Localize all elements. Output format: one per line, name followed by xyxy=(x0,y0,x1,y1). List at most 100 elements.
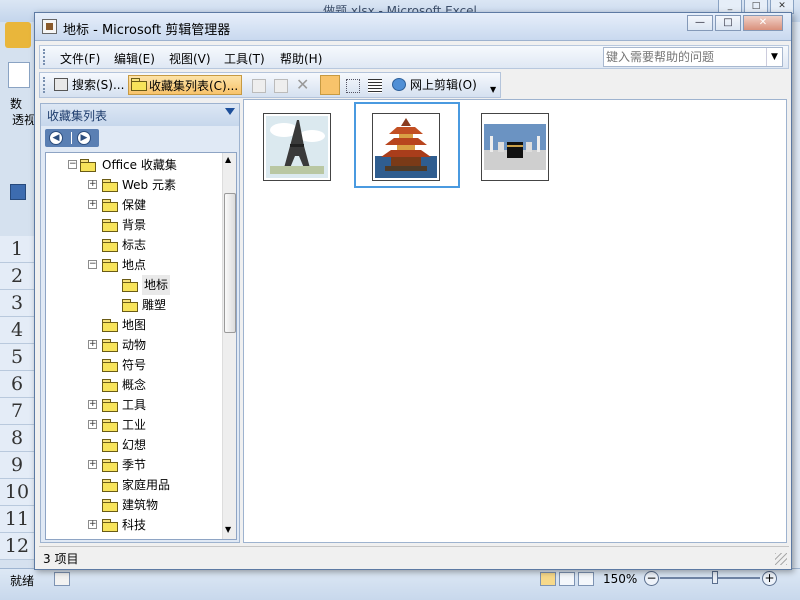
folder-icon xyxy=(102,418,118,432)
back-icon[interactable]: ◀ xyxy=(49,131,63,145)
tree-node[interactable]: − Office 收藏集 xyxy=(46,155,220,175)
help-search-input[interactable] xyxy=(606,49,764,65)
toolbar-grip[interactable] xyxy=(43,77,46,93)
clip-kaaba[interactable] xyxy=(481,113,549,181)
dialog-window-controls: — □ ✕ xyxy=(687,15,783,31)
help-search-box[interactable]: ▼ xyxy=(603,47,783,67)
clip-pagoda[interactable] xyxy=(372,113,440,181)
scroll-up-icon[interactable]: ▲ xyxy=(225,155,231,164)
row-header[interactable]: 1 xyxy=(0,236,34,263)
row-header[interactable]: 9 xyxy=(0,452,34,479)
expand-icon[interactable]: + xyxy=(88,180,97,189)
row-header[interactable]: 11 xyxy=(0,506,34,533)
pivot-table-icon[interactable] xyxy=(8,62,30,88)
tree-node[interactable]: 背景 xyxy=(46,215,220,235)
row-header[interactable]: 7 xyxy=(0,398,34,425)
menu-grip[interactable] xyxy=(43,49,46,65)
folder-icon xyxy=(102,378,118,392)
collapse-icon[interactable]: − xyxy=(88,260,97,269)
tree-node[interactable]: 家庭用品 xyxy=(46,475,220,495)
expand-icon[interactable]: + xyxy=(88,340,97,349)
zoom-slider-track[interactable] xyxy=(660,577,760,579)
row-header[interactable]: 8 xyxy=(0,425,34,452)
tree-node[interactable]: + 工业 xyxy=(46,415,220,435)
collection-tree: − Office 收藏集 + Web 元素 + 保健 背景 标志 − 地点地标 雕塑 地图 + 动物符号概… xyxy=(45,152,237,540)
tree-node[interactable]: 雕塑 xyxy=(46,295,220,315)
row-header[interactable]: 12 xyxy=(0,533,34,560)
tree-node[interactable]: + 季节 xyxy=(46,455,220,475)
collection-list-button[interactable]: 收藏集列表(C)... xyxy=(128,75,243,95)
tree-node-label: 符号 xyxy=(122,358,147,372)
clip-gallery xyxy=(243,99,787,543)
expand-icon[interactable]: + xyxy=(88,520,97,529)
tree-node[interactable]: + 工具 xyxy=(46,395,220,415)
tree-node[interactable]: + 科技 xyxy=(46,515,220,535)
expand-icon[interactable]: + xyxy=(88,200,97,209)
minimize-button[interactable]: — xyxy=(687,15,713,31)
tree-node[interactable]: 概念 xyxy=(46,375,220,395)
collapse-icon[interactable]: − xyxy=(68,160,77,169)
tree-node[interactable]: 标志 xyxy=(46,235,220,255)
tree-node-label: 科技 xyxy=(122,518,147,532)
expand-icon[interactable]: + xyxy=(88,460,97,469)
thumbnails-view-icon[interactable] xyxy=(320,75,340,95)
pane-menu-icon[interactable] xyxy=(225,108,235,115)
tree-node[interactable]: + 保健 xyxy=(46,195,220,215)
menu-help[interactable]: 帮助(H) xyxy=(280,50,322,67)
tree-node[interactable]: 地图 xyxy=(46,315,220,335)
folder-icon xyxy=(102,398,118,412)
menu-edit[interactable]: 编辑(E) xyxy=(114,50,155,67)
row-header[interactable]: 6 xyxy=(0,371,34,398)
row-header[interactable]: 5 xyxy=(0,344,34,371)
online-clips-button[interactable]: 网上剪辑(O) xyxy=(390,75,480,95)
tree-node[interactable]: 幻想 xyxy=(46,435,220,455)
row-header[interactable]: 3 xyxy=(0,290,34,317)
menu-view[interactable]: 视图(V) xyxy=(169,50,211,67)
expand-icon[interactable]: + xyxy=(88,420,97,429)
tree-scrollbar-thumb[interactable] xyxy=(224,193,236,333)
chevron-down-icon[interactable]: ▼ xyxy=(766,48,782,66)
office-button-icon[interactable] xyxy=(5,22,31,48)
search-icon xyxy=(54,78,68,91)
zoom-out-button[interactable]: − xyxy=(644,571,659,586)
resize-grip-icon[interactable] xyxy=(775,553,787,565)
dialog-status-bar: 3 项目 xyxy=(39,546,789,568)
expand-icon[interactable]: + xyxy=(88,400,97,409)
close-button[interactable]: ✕ xyxy=(743,15,783,31)
scroll-down-icon[interactable]: ▼ xyxy=(225,525,231,534)
search-button[interactable]: 搜索(S)... xyxy=(52,75,127,95)
clip-eiffel-tower[interactable] xyxy=(263,113,331,181)
maximize-button[interactable]: □ xyxy=(715,15,741,31)
zoom-in-button[interactable]: + xyxy=(762,571,777,586)
save-icon[interactable] xyxy=(10,184,26,200)
copy-icon[interactable] xyxy=(252,79,266,93)
menu-tools[interactable]: 工具(T) xyxy=(224,50,265,67)
zoom-level[interactable]: 150% xyxy=(603,572,637,586)
menu-file[interactable]: 文件(F) xyxy=(60,50,100,67)
row-header[interactable]: 4 xyxy=(0,317,34,344)
tree-node[interactable]: 地标 xyxy=(46,275,220,295)
list-view-icon[interactable] xyxy=(346,79,360,93)
zoom-slider-thumb[interactable] xyxy=(712,571,718,584)
tree-node[interactable]: + Web 元素 xyxy=(46,175,220,195)
details-view-icon[interactable] xyxy=(368,79,382,93)
folder-icon xyxy=(102,258,118,272)
page-break-view-button[interactable] xyxy=(578,572,594,586)
macro-record-icon[interactable] xyxy=(54,572,70,586)
folder-icon xyxy=(122,278,138,292)
paste-icon[interactable] xyxy=(274,79,288,93)
dialog-title-bar[interactable]: 地标 - Microsoft 剪辑管理器 — □ ✕ xyxy=(35,13,791,41)
tree-node[interactable]: − 地点 xyxy=(46,255,220,275)
normal-view-button[interactable] xyxy=(540,572,556,586)
page-layout-view-button[interactable] xyxy=(559,572,575,586)
row-header[interactable]: 2 xyxy=(0,263,34,290)
delete-icon[interactable]: ✕ xyxy=(296,75,309,94)
tree-node[interactable]: 符号 xyxy=(46,355,220,375)
folder-icon xyxy=(102,478,118,492)
toolbar-options-icon[interactable]: ▼ xyxy=(490,85,496,94)
tree-node[interactable]: 建筑物 xyxy=(46,495,220,515)
forward-icon[interactable]: ▶ xyxy=(77,131,91,145)
tree-node-label: 地点 xyxy=(122,258,147,272)
row-header[interactable]: 10 xyxy=(0,479,34,506)
tree-node[interactable]: + 动物 xyxy=(46,335,220,355)
